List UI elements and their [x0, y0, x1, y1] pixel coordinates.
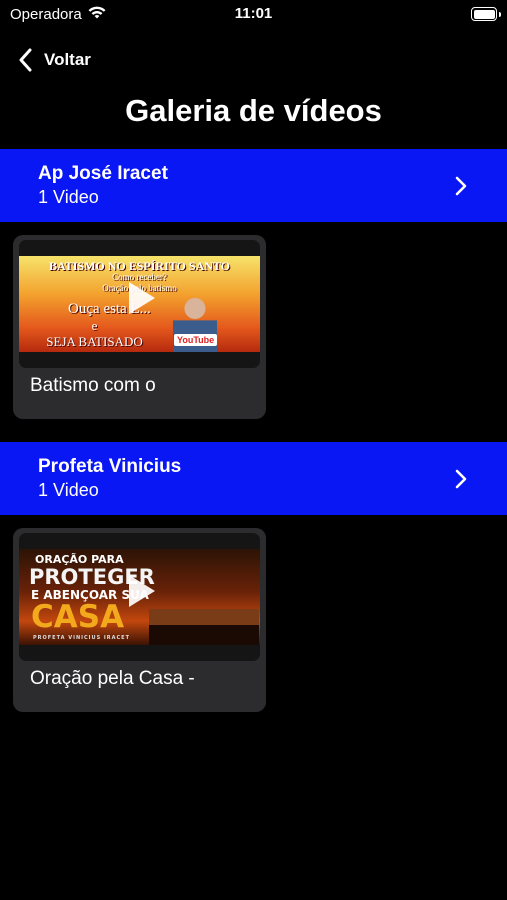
house-silhouette — [149, 609, 259, 645]
video-title: Oração pela Casa - — [30, 668, 195, 689]
play-icon[interactable] — [127, 573, 157, 609]
page-title: Galeria de vídeos — [125, 93, 382, 128]
play-icon[interactable] — [127, 280, 157, 316]
section-video-count: 1 Video — [38, 480, 99, 500]
section-header-profeta-vinicius[interactable]: Profeta Vinicius 1 Video — [0, 442, 507, 515]
youtube-logo: YouTube — [174, 334, 218, 346]
chevron-right-icon — [455, 176, 467, 196]
status-bar: Operadora 11:01 — [0, 0, 507, 30]
battery-icon — [471, 7, 501, 21]
section-name: Profeta Vinicius — [38, 456, 182, 477]
thumbnail-text: PROFETA VINICIUS IRACET — [33, 635, 131, 641]
thumbnail-text: CASA — [31, 599, 125, 635]
clock: 11:01 — [234, 5, 273, 22]
chevron-right-icon — [455, 469, 467, 489]
video-title: Batismo com o — [30, 375, 156, 396]
back-button[interactable]: Voltar — [18, 44, 91, 76]
chevron-left-icon — [19, 48, 32, 72]
section-header-ap-jose-iracet[interactable]: Ap José Iracet 1 Video — [0, 149, 507, 222]
video-card[interactable]: ORAÇÃO PARA PROTEGER E ABENÇOAR SUA CASA… — [13, 528, 266, 712]
video-thumbnail-frame: ORAÇÃO PARA PROTEGER E ABENÇOAR SUA CASA… — [19, 533, 260, 661]
section-video-count: 1 Video — [38, 187, 99, 207]
section-name: Ap José Iracet — [38, 163, 168, 184]
video-thumbnail-frame: BATISMO NO ESPÍRITO SANTO Como receber? … — [19, 240, 260, 368]
video-card[interactable]: BATISMO NO ESPÍRITO SANTO Como receber? … — [13, 235, 266, 419]
back-label: Voltar — [44, 50, 91, 69]
